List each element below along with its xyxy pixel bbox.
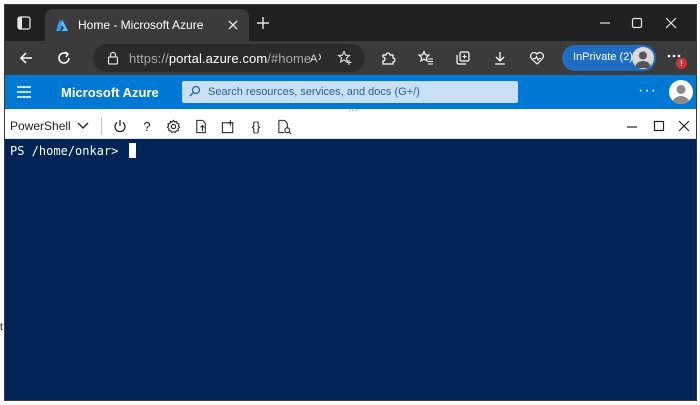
power-icon[interactable]	[111, 117, 129, 135]
favorites-icon[interactable]	[417, 49, 435, 67]
browser-essentials-icon[interactable]	[528, 49, 546, 67]
azure-header: Microsoft Azure ···	[5, 75, 696, 109]
inprivate-label: InPrivate (2)	[573, 51, 633, 63]
shell-type-select[interactable]: PowerShell	[10, 117, 89, 135]
open-new-session-icon[interactable]	[219, 117, 237, 135]
read-aloud-icon[interactable]: A	[309, 50, 325, 66]
terminal[interactable]: PS /home/onkar>	[5, 139, 696, 400]
address-bar[interactable]: https://portal.azure.com/#home A	[93, 44, 365, 72]
add-favorite-icon[interactable]	[337, 50, 353, 66]
extensions-icon[interactable]	[379, 49, 397, 67]
address-url: https://portal.azure.com/#home	[129, 51, 312, 66]
lock-icon[interactable]	[105, 50, 121, 66]
browser-window: Home - Microsoft Azure https://portal.az…	[4, 4, 697, 401]
notification-badge: !	[676, 58, 687, 69]
minimize-icon[interactable]	[595, 13, 615, 33]
close-icon[interactable]	[675, 117, 693, 135]
gear-icon[interactable]	[164, 117, 182, 135]
tab-home-azure[interactable]: Home - Microsoft Azure	[45, 9, 249, 41]
search-box[interactable]	[182, 81, 518, 103]
inprivate-button[interactable]: InPrivate (2)	[562, 45, 656, 71]
plus-icon[interactable]	[255, 15, 271, 31]
downloads-icon[interactable]	[491, 49, 509, 67]
stray-glyph: t	[0, 322, 3, 333]
help-icon[interactable]: ?	[138, 117, 156, 135]
tab-actions-icon[interactable]	[15, 14, 33, 32]
cloud-shell-toolbar: PowerShell ? {}	[5, 113, 696, 139]
maximize-icon[interactable]	[650, 117, 668, 135]
search-input[interactable]	[204, 81, 514, 103]
back-arrow-icon[interactable]	[17, 49, 35, 67]
avatar	[632, 47, 654, 69]
toolbar-divider	[101, 117, 102, 135]
upload-download-icon[interactable]	[192, 117, 210, 135]
collections-icon[interactable]	[454, 49, 472, 67]
chevron-down-icon	[77, 122, 89, 129]
azure-logo-icon	[56, 19, 68, 31]
close-icon[interactable]	[661, 13, 681, 33]
search-icon	[189, 85, 203, 99]
hamburger-icon[interactable]	[17, 86, 31, 98]
minimize-icon[interactable]	[623, 117, 641, 135]
terminal-cursor	[129, 143, 136, 158]
shell-type-label: PowerShell	[10, 119, 71, 133]
terminal-prompt: PS /home/onkar>	[10, 144, 119, 158]
editor-icon[interactable]: {}	[247, 117, 265, 135]
maximize-icon[interactable]	[627, 13, 647, 33]
navigation-bar: https://portal.azure.com/#home A InPriva…	[5, 41, 696, 75]
svg-text:A: A	[310, 53, 318, 65]
more-icon[interactable]: ···	[638, 83, 657, 99]
close-icon[interactable]	[225, 17, 241, 33]
refresh-icon[interactable]	[55, 49, 73, 67]
tab-title: Home - Microsoft Azure	[78, 18, 204, 32]
azure-portal-title[interactable]: Microsoft Azure	[61, 85, 159, 100]
web-preview-icon[interactable]	[275, 117, 293, 135]
avatar[interactable]	[669, 80, 693, 104]
title-bar: Home - Microsoft Azure	[5, 5, 696, 41]
